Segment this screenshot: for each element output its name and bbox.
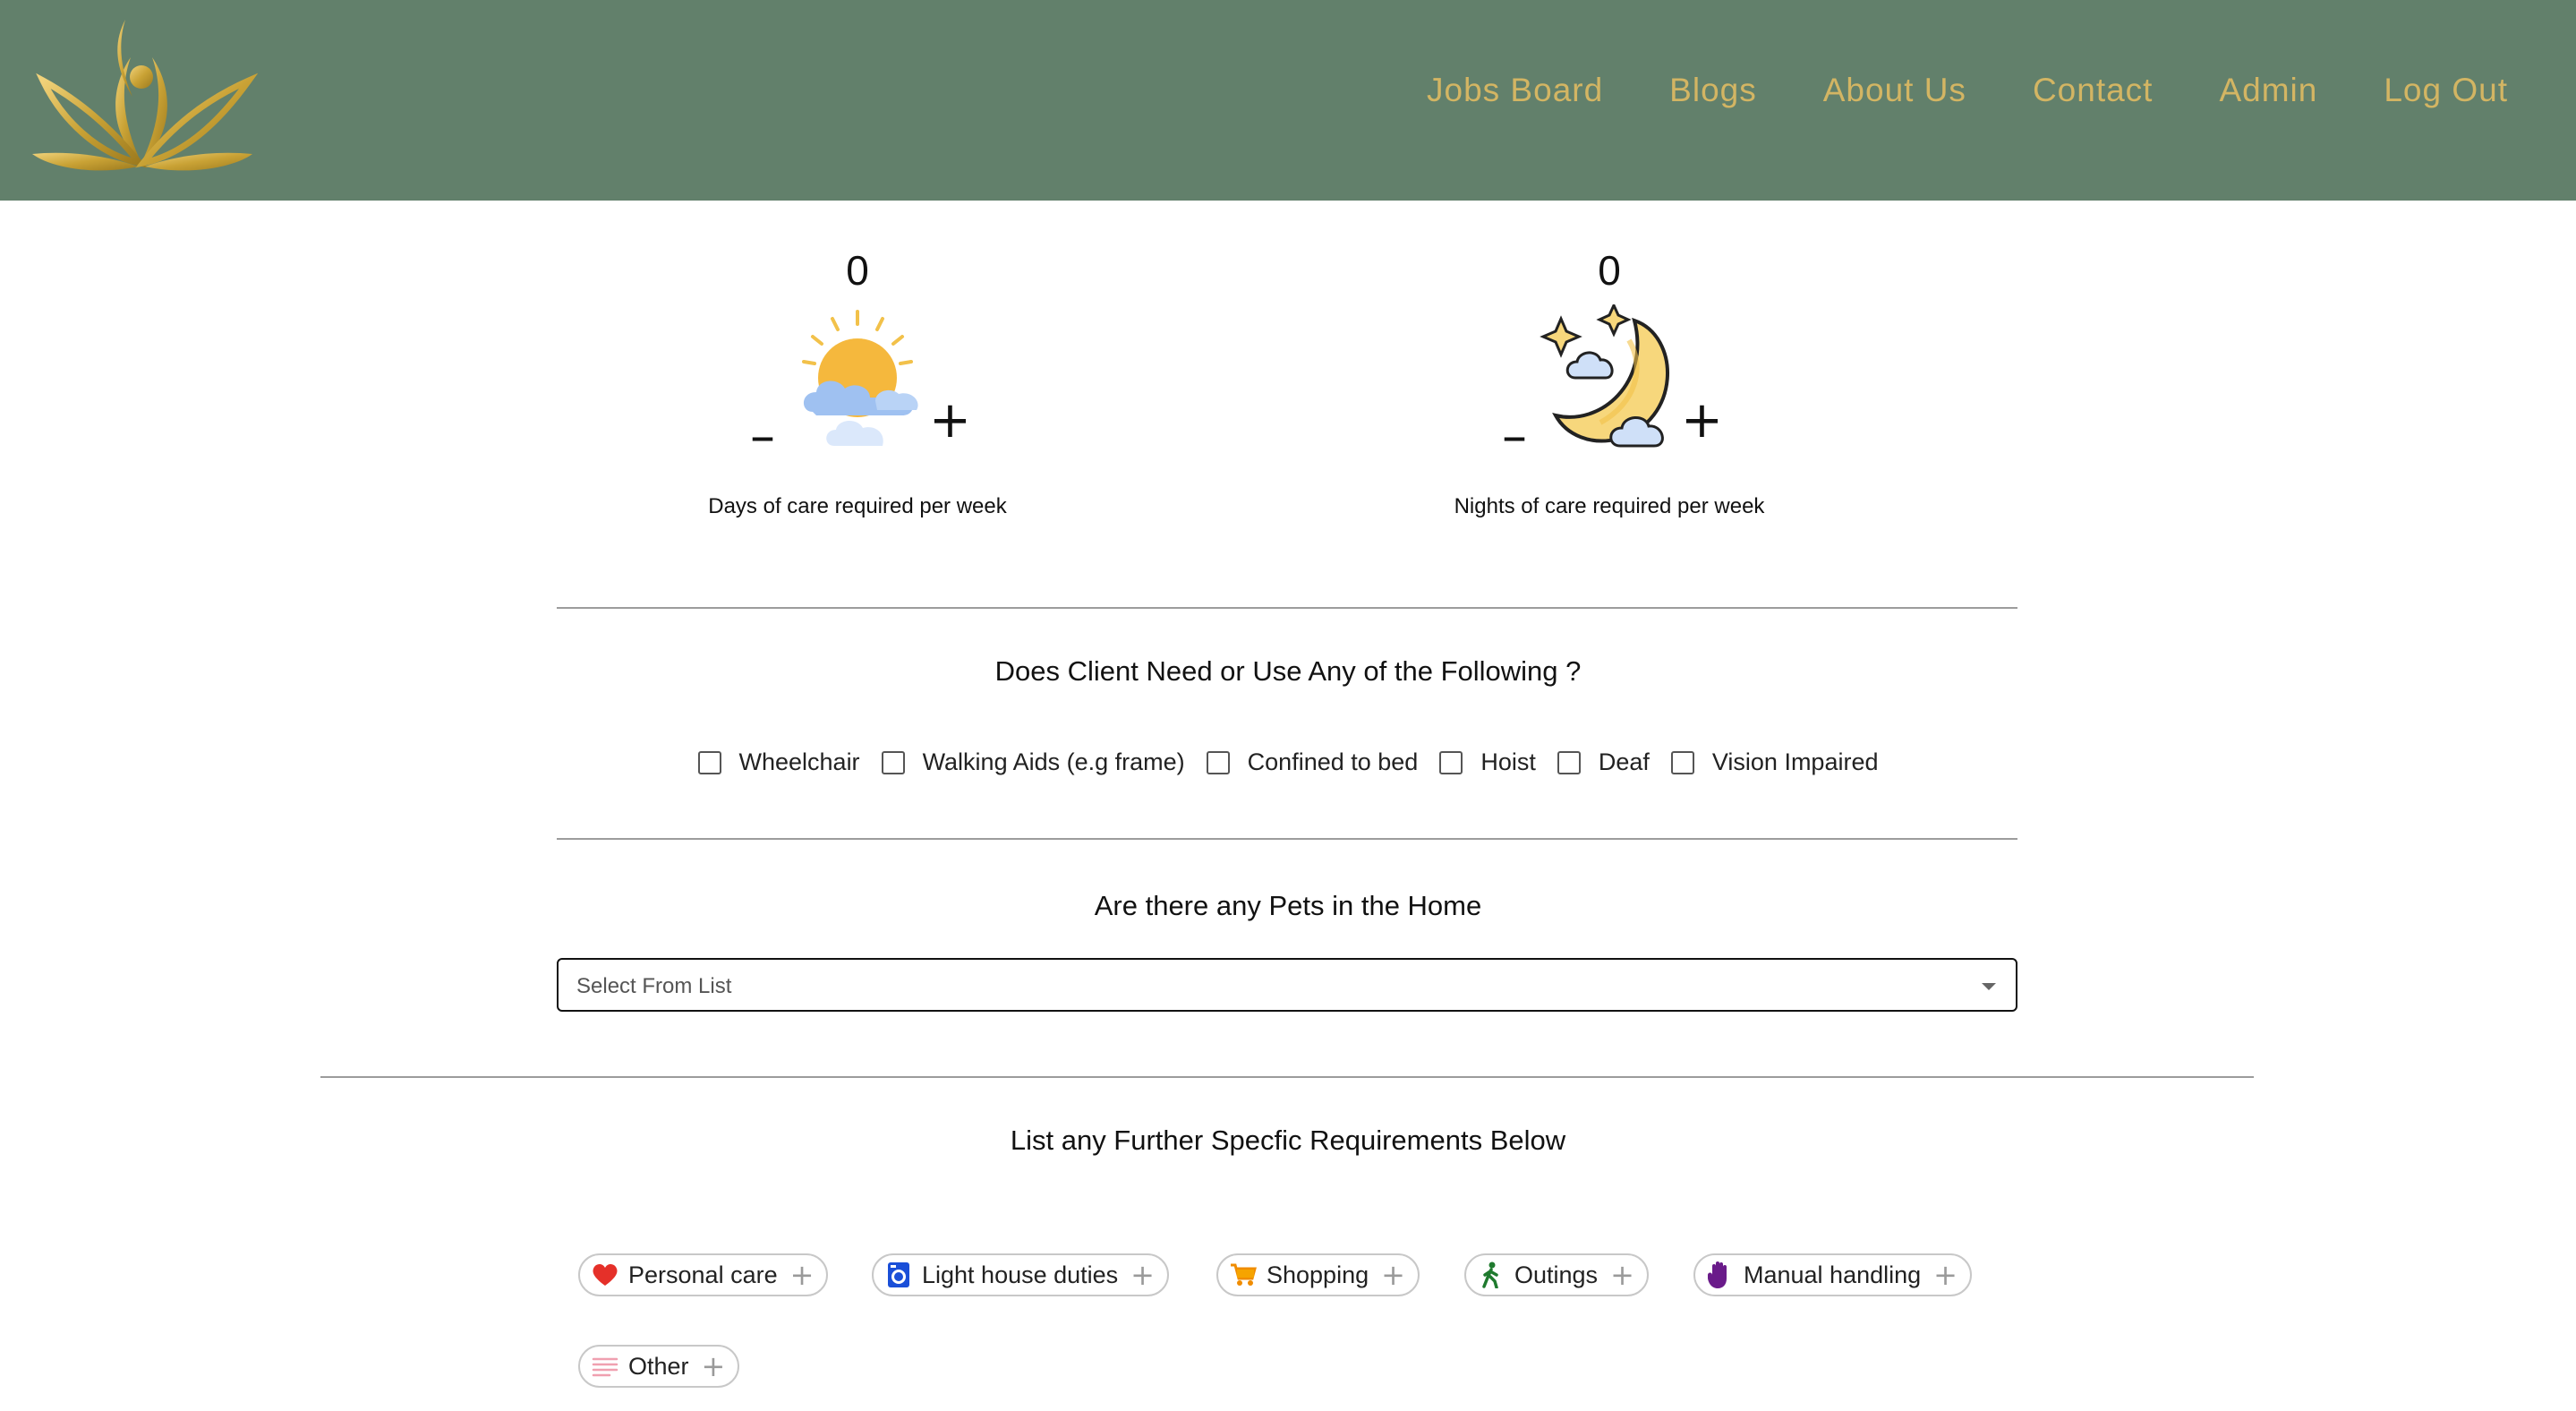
nights-decrement-button[interactable]: – bbox=[1502, 412, 1527, 462]
shopping-cart-icon bbox=[1229, 1261, 1258, 1289]
nav-admin[interactable]: Admin bbox=[2219, 72, 2317, 109]
lines-icon bbox=[591, 1352, 619, 1381]
equipment-title: Does Client Need or Use Any of the Follo… bbox=[994, 655, 1582, 687]
site-header: Jobs Board Blogs About Us Contact Admin … bbox=[0, 0, 2576, 201]
nav-log-out[interactable]: Log Out bbox=[2384, 72, 2508, 109]
nights-counter: 0 – + Nights of care required per week bbox=[1386, 244, 1833, 519]
chip-other[interactable]: Other + bbox=[578, 1345, 740, 1388]
washing-machine-icon bbox=[884, 1261, 913, 1289]
checkbox-box[interactable] bbox=[697, 750, 721, 774]
chip-outings[interactable]: Outings + bbox=[1464, 1253, 1649, 1296]
main-nav: Jobs Board Blogs About Us Contact Admin … bbox=[1427, 72, 2508, 109]
chip-label: Outings bbox=[1514, 1261, 1599, 1288]
checkbox-deaf[interactable]: Deaf bbox=[1557, 748, 1650, 776]
divider bbox=[557, 607, 2017, 609]
pets-select[interactable]: Select From List bbox=[557, 958, 2017, 1012]
chip-add-icon[interactable]: + bbox=[1381, 1261, 1405, 1289]
raised-hand-icon bbox=[1706, 1261, 1735, 1289]
divider bbox=[320, 1076, 2254, 1078]
equipment-checkbox-group: Wheelchair Walking Aids (e.g frame) Conf… bbox=[0, 748, 2576, 776]
pets-select-placeholder: Select From List bbox=[576, 974, 732, 998]
heart-icon bbox=[591, 1261, 619, 1289]
chip-manual-handling[interactable]: Manual handling + bbox=[1693, 1253, 1972, 1296]
nights-count: 0 bbox=[1598, 247, 1621, 294]
nights-increment-button[interactable]: + bbox=[1681, 396, 1723, 446]
sun-cloud-icon bbox=[802, 310, 918, 446]
chip-label: Manual handling bbox=[1744, 1261, 1922, 1288]
checkbox-label: Confined to bed bbox=[1247, 748, 1419, 775]
checkbox-box[interactable] bbox=[881, 750, 905, 774]
chip-add-icon[interactable]: + bbox=[790, 1261, 815, 1289]
chip-add-icon[interactable]: + bbox=[1933, 1261, 1958, 1289]
pets-title: Are there any Pets in the Home bbox=[1094, 890, 1482, 921]
chip-label: Shopping bbox=[1267, 1261, 1369, 1288]
days-counter: 0 – + Days of care required per week bbox=[634, 244, 1081, 519]
checkbox-wheelchair[interactable]: Wheelchair bbox=[697, 748, 860, 776]
chip-label: Light house duties bbox=[922, 1261, 1119, 1288]
walking-person-icon bbox=[1477, 1261, 1506, 1289]
checkbox-hoist[interactable]: Hoist bbox=[1439, 748, 1536, 776]
days-decrement-button[interactable]: – bbox=[750, 412, 775, 462]
chip-add-icon[interactable]: + bbox=[1610, 1261, 1634, 1289]
checkbox-box[interactable] bbox=[1670, 750, 1694, 774]
checkbox-confined-to-bed[interactable]: Confined to bed bbox=[1206, 748, 1419, 776]
chip-add-icon[interactable]: + bbox=[1130, 1261, 1155, 1289]
checkbox-box[interactable] bbox=[1557, 750, 1581, 774]
checkbox-box[interactable] bbox=[1206, 750, 1230, 774]
checkbox-label: Deaf bbox=[1598, 748, 1650, 775]
days-label: Days of care required per week bbox=[708, 494, 1007, 518]
chip-light-house-duties[interactable]: Light house duties + bbox=[872, 1253, 1169, 1296]
days-count: 0 bbox=[846, 247, 869, 294]
chevron-down-icon[interactable] bbox=[1982, 983, 1996, 990]
chip-label: Other bbox=[628, 1352, 689, 1380]
chip-personal-care[interactable]: Personal care + bbox=[578, 1253, 829, 1296]
nav-contact[interactable]: Contact bbox=[2033, 72, 2154, 109]
checkbox-label: Wheelchair bbox=[738, 748, 860, 775]
checkbox-label: Hoist bbox=[1480, 748, 1536, 775]
checkbox-walking-aids[interactable]: Walking Aids (e.g frame) bbox=[881, 748, 1185, 776]
nav-jobs-board[interactable]: Jobs Board bbox=[1427, 72, 1603, 109]
divider bbox=[557, 838, 2017, 840]
nav-blogs[interactable]: Blogs bbox=[1669, 72, 1757, 109]
moon-stars-icon bbox=[1540, 304, 1669, 448]
checkbox-label: Vision Impaired bbox=[1711, 748, 1879, 775]
days-increment-button[interactable]: + bbox=[929, 396, 971, 446]
lotus-logo-icon[interactable] bbox=[25, 11, 258, 179]
checkbox-box[interactable] bbox=[1439, 750, 1463, 774]
checkbox-vision-impaired[interactable]: Vision Impaired bbox=[1670, 748, 1879, 776]
checkbox-label: Walking Aids (e.g frame) bbox=[922, 748, 1185, 775]
nights-label: Nights of care required per week bbox=[1454, 494, 1765, 518]
chip-shopping[interactable]: Shopping + bbox=[1216, 1253, 1420, 1296]
chip-label: Personal care bbox=[628, 1261, 778, 1288]
chip-add-icon[interactable]: + bbox=[702, 1352, 726, 1381]
nav-about-us[interactable]: About Us bbox=[1823, 72, 1966, 109]
requirements-title: List any Further Specfic Requirements Be… bbox=[1010, 1125, 1566, 1156]
